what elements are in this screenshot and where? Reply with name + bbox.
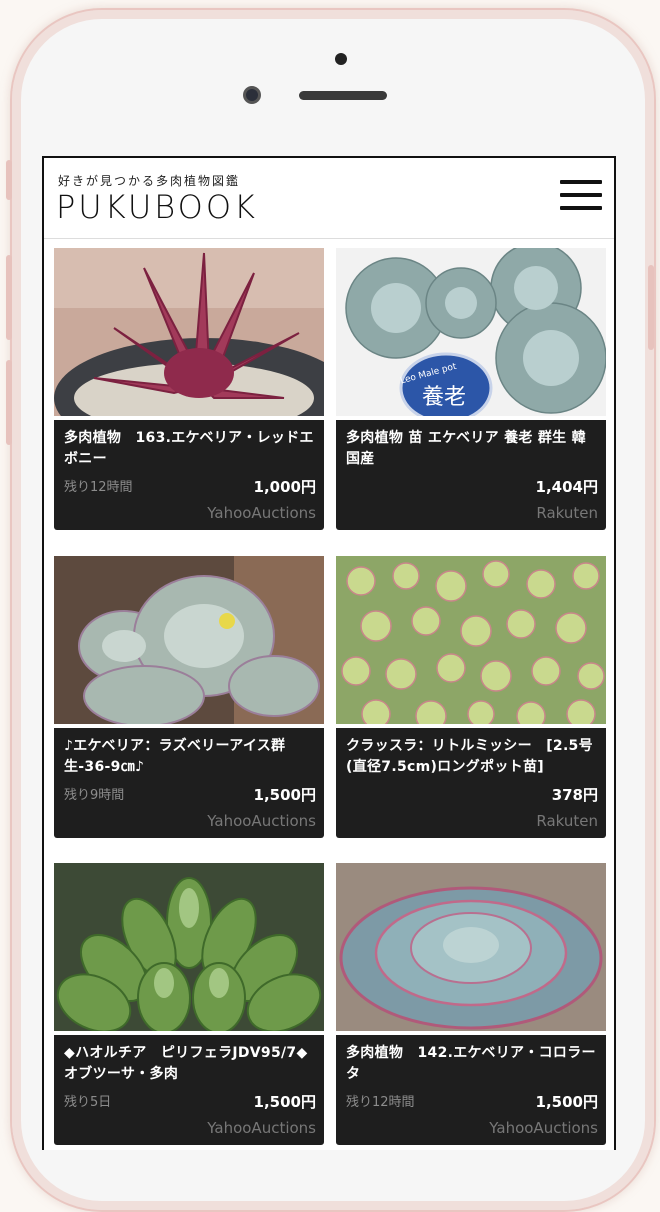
volume-down-button xyxy=(6,360,12,445)
product-title[interactable]: 多肉植物 苗 エケベリア 養老 群生 韓国産 xyxy=(346,428,598,470)
time-remaining: 残り12時間 xyxy=(64,480,133,495)
product-source: YahooAuctions xyxy=(207,1119,316,1137)
product-source: Rakuten xyxy=(536,812,598,830)
product-info: ♪エケベリア：ラズベリーアイス群生-36-9㎝♪ 残り9時間 1,500円 Ya… xyxy=(54,728,324,838)
product-card[interactable]: 多肉植物 142.エケベリア・コロラータ 残り12時間 1,500円 Yahoo… xyxy=(336,863,606,1145)
site-logo[interactable]: PUKUBOOK xyxy=(56,188,258,226)
product-image[interactable] xyxy=(54,863,324,1031)
product-card[interactable]: ◆ハオルチア ピリフェラJDV95/7◆オブツーサ・多肉 残り5日 1,500円… xyxy=(54,863,324,1145)
product-info: クラッスラ：リトルミッシー [2.5号(直径7.5cm)ロングポット苗] 378… xyxy=(336,728,606,838)
power-button xyxy=(648,265,654,350)
front-camera-icon xyxy=(243,86,261,104)
product-price: 378円 xyxy=(551,786,598,804)
product-title[interactable]: クラッスラ：リトルミッシー [2.5号(直径7.5cm)ロングポット苗] xyxy=(346,736,598,778)
hamburger-menu-icon[interactable] xyxy=(560,180,602,214)
proximity-sensor xyxy=(335,53,347,65)
earpiece-speaker xyxy=(299,91,387,100)
app-screen: 好きが見つかる多肉植物図鑑 PUKUBOOK 多肉植物 163.エケベリア・レッ… xyxy=(42,156,616,1150)
product-info: 多肉植物 苗 エケベリア 養老 群生 韓国産 1,404円 Rakuten xyxy=(336,420,606,530)
site-tagline: 好きが見つかる多肉植物図鑑 xyxy=(58,174,241,188)
product-card[interactable]: クラッスラ：リトルミッシー [2.5号(直径7.5cm)ロングポット苗] 378… xyxy=(336,556,606,838)
product-card[interactable]: ♪エケベリア：ラズベリーアイス群生-36-9㎝♪ 残り9時間 1,500円 Ya… xyxy=(54,556,324,838)
product-info: 多肉植物 163.エケベリア・レッドエボニー 残り12時間 1,000円 Yah… xyxy=(54,420,324,530)
product-source: Rakuten xyxy=(536,504,598,522)
time-remaining: 残り5日 xyxy=(64,1095,112,1110)
product-price: 1,500円 xyxy=(535,1093,598,1111)
product-price: 1,500円 xyxy=(253,1093,316,1111)
product-title[interactable]: 多肉植物 163.エケベリア・レッドエボニー xyxy=(64,428,316,470)
time-remaining: 残り9時間 xyxy=(64,788,125,803)
product-price: 1,404円 xyxy=(535,478,598,496)
product-title[interactable]: ♪エケベリア：ラズベリーアイス群生-36-9㎝♪ xyxy=(64,736,316,778)
product-title[interactable]: 多肉植物 142.エケベリア・コロラータ xyxy=(346,1043,598,1085)
product-info: ◆ハオルチア ピリフェラJDV95/7◆オブツーサ・多肉 残り5日 1,500円… xyxy=(54,1035,324,1145)
product-source: YahooAuctions xyxy=(207,812,316,830)
product-price: 1,500円 xyxy=(253,786,316,804)
product-image[interactable] xyxy=(54,248,324,416)
product-source: YahooAuctions xyxy=(207,504,316,522)
product-image[interactable] xyxy=(336,863,606,1031)
product-price: 1,000円 xyxy=(253,478,316,496)
volume-up-button xyxy=(6,255,12,340)
image-caption: 養老 xyxy=(422,385,466,410)
product-image[interactable]: 養老 Leo Male pot xyxy=(336,248,606,416)
product-source: YahooAuctions xyxy=(489,1119,598,1137)
product-image[interactable] xyxy=(336,556,606,724)
product-title[interactable]: ◆ハオルチア ピリフェラJDV95/7◆オブツーサ・多肉 xyxy=(64,1043,316,1085)
time-remaining: 残り12時間 xyxy=(346,1095,415,1110)
site-header: 好きが見つかる多肉植物図鑑 PUKUBOOK xyxy=(44,158,614,239)
product-card[interactable]: 養老 Leo Male pot 多肉植物 苗 エケベリア 養老 群生 韓国産 1… xyxy=(336,248,606,530)
product-card[interactable]: 多肉植物 163.エケベリア・レッドエボニー 残り12時間 1,000円 Yah… xyxy=(54,248,324,530)
product-image[interactable] xyxy=(54,556,324,724)
product-info: 多肉植物 142.エケベリア・コロラータ 残り12時間 1,500円 Yahoo… xyxy=(336,1035,606,1145)
mute-switch xyxy=(6,160,12,200)
